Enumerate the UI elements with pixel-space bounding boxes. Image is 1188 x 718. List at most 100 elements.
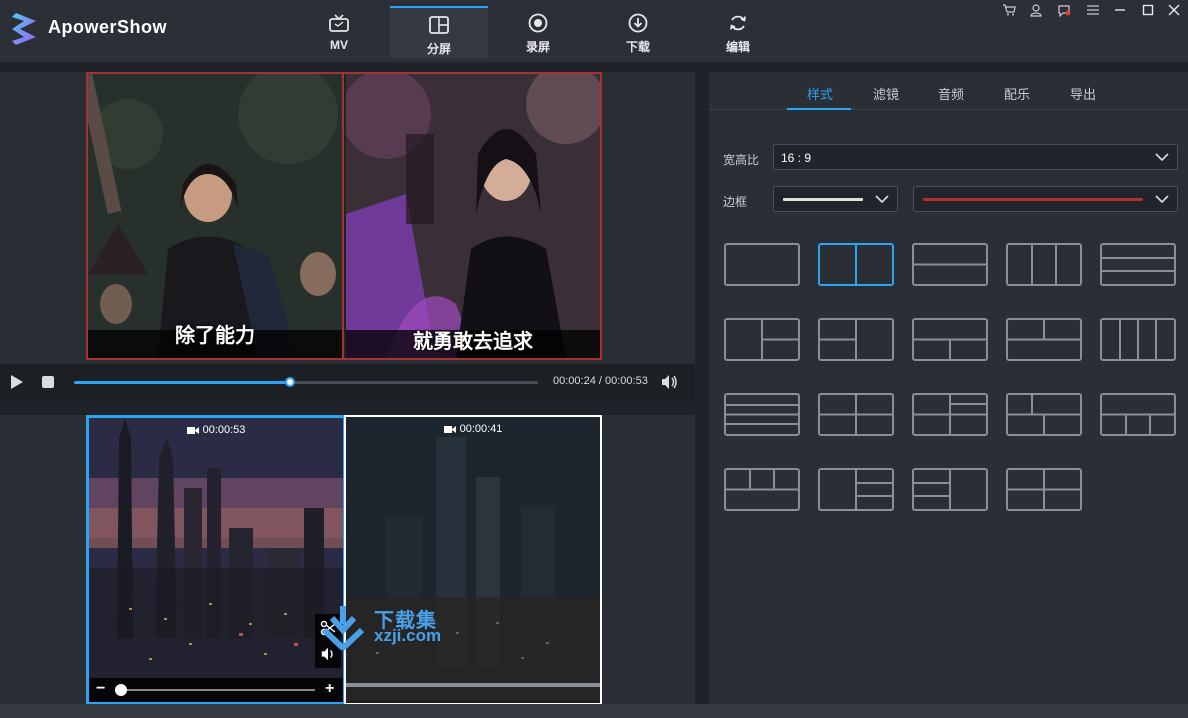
layout-preview-icon — [1008, 320, 1080, 341]
chevron-down-icon — [1155, 153, 1169, 162]
cart-icon[interactable] — [999, 2, 1019, 18]
layout-option-top-split-bottom[interactable] — [1006, 318, 1082, 361]
notification-icon[interactable] — [1054, 2, 1074, 18]
playback-progress-track[interactable] — [74, 377, 538, 387]
layout-option-left-right-three[interactable] — [818, 468, 894, 511]
aspect-ratio-select[interactable]: 16 : 9 — [773, 144, 1178, 170]
download-icon — [627, 12, 649, 34]
layout-preview-icon — [761, 320, 798, 359]
border-style-select[interactable] — [773, 186, 898, 212]
refresh-edit-icon — [727, 12, 749, 34]
app-name: ApowerShow — [48, 17, 168, 37]
border-label: 边框 — [723, 195, 748, 209]
zoom-in-icon[interactable]: + — [325, 680, 334, 698]
layout-preview-icon — [1008, 470, 1080, 509]
clip-left-duration-text: 00:00:53 — [202, 424, 246, 436]
clip-slider-track[interactable] — [117, 689, 315, 691]
layout-preview-icon — [726, 404, 798, 425]
clip-right-scene — [346, 417, 600, 701]
video-camera-icon — [443, 425, 456, 433]
close-icon[interactable] — [1164, 2, 1184, 18]
layout-option-four-columns[interactable] — [1100, 318, 1176, 361]
layout-option-left-three-right[interactable] — [912, 468, 988, 511]
tab-record-label: 录屏 — [525, 40, 550, 54]
settings-panel: 样式 滤镜 音频 配乐 导出 宽高比 16 : 9 边框 — [709, 72, 1188, 704]
preview-frame[interactable]: 除了能力 就勇敢去追求 — [86, 72, 602, 360]
preview-cell-left[interactable]: 除了能力 — [88, 74, 344, 358]
layout-option-top-split-bottom-two[interactable] — [1006, 393, 1082, 436]
user-icon[interactable] — [1026, 2, 1046, 18]
tab-record[interactable]: 录屏 — [489, 6, 587, 58]
chevron-down-icon — [875, 195, 889, 204]
tv-icon — [328, 12, 350, 34]
preview-cell-right[interactable]: 就勇敢去追求 — [346, 74, 600, 358]
layout-preview-icon — [1008, 395, 1080, 434]
clip-area: 00:00:53 − + 00:00:41 — [0, 415, 695, 711]
aspect-ratio-value: 16 : 9 — [781, 151, 812, 165]
tab-edit[interactable]: 编辑 — [689, 6, 787, 58]
layout-option-three-columns[interactable] — [1006, 243, 1082, 286]
record-icon — [527, 12, 549, 34]
clip-volume-slider: − + — [89, 678, 343, 702]
layout-option-left-right-split-right[interactable] — [724, 318, 800, 361]
layout-preview-icon — [914, 470, 951, 509]
watermark-logo-icon — [321, 606, 365, 650]
tab-style[interactable]: 样式 — [807, 84, 833, 103]
bottom-bar — [0, 704, 1188, 718]
watermark-subtitle: xzji.com — [374, 626, 442, 645]
subtitle-right: 就勇敢去追求 — [413, 331, 533, 353]
layout-option-left-split-right[interactable] — [818, 318, 894, 361]
layout-option-three-rows[interactable] — [1100, 243, 1176, 286]
playback-progress-fill — [74, 381, 290, 384]
clip-right-duration-text: 00:00:41 — [459, 423, 503, 435]
subtitle-left: 除了能力 — [175, 325, 255, 347]
border-color-sample — [923, 198, 1143, 201]
video-camera-icon — [186, 426, 199, 434]
tab-mv-label: MV — [330, 38, 348, 52]
playback-progress-knob[interactable] — [284, 377, 295, 387]
tab-music[interactable]: 配乐 — [1004, 84, 1030, 103]
border-color-select[interactable] — [913, 186, 1178, 212]
title-bar: ApowerShow MV 分屏 录屏 下载 编辑 — [0, 0, 1188, 62]
playback-time: 00:00:24 / 00:00:53 — [553, 375, 648, 387]
layout-option-four-rows[interactable] — [724, 393, 800, 436]
tab-audio[interactable]: 音频 — [938, 84, 964, 103]
tab-filter[interactable]: 滤镜 — [873, 84, 899, 103]
tab-split-screen[interactable]: 分屏 — [390, 6, 488, 58]
tab-export[interactable]: 导出 — [1070, 84, 1096, 103]
layout-option-two-rows[interactable] — [912, 243, 988, 286]
layout-preview-icon — [820, 395, 892, 434]
clip-left[interactable]: 00:00:53 − + — [86, 415, 346, 705]
clip-left-scene — [89, 418, 343, 702]
clip-slider-knob[interactable] — [115, 684, 127, 696]
tab-download[interactable]: 下载 — [589, 6, 687, 58]
maximize-icon[interactable] — [1138, 2, 1158, 18]
layout-preview-icon — [820, 320, 857, 359]
app-window: ApowerShow MV 分屏 录屏 下载 编辑 除了能力 就勇敢去追求 00… — [0, 0, 1188, 718]
layout-preview-icon — [1031, 245, 1057, 284]
play-icon[interactable] — [10, 374, 24, 390]
chevron-down-icon — [1155, 195, 1169, 204]
menu-icon[interactable] — [1083, 2, 1103, 18]
clip-right-duration: 00:00:41 — [346, 423, 600, 435]
layout-option-top-two-bottom-one[interactable] — [724, 468, 800, 511]
preview-right-scene — [346, 74, 600, 358]
border-line-sample — [783, 198, 863, 201]
layout-option-grid-2x2-offset[interactable] — [912, 393, 988, 436]
layout-option-grid-2x2[interactable] — [818, 393, 894, 436]
volume-icon[interactable] — [660, 373, 678, 391]
tab-edit-label: 编辑 — [725, 40, 750, 54]
zoom-out-icon[interactable]: − — [96, 680, 105, 698]
minimize-icon[interactable] — [1110, 2, 1130, 18]
layout-option-two-columns[interactable] — [818, 243, 894, 286]
layout-option-single[interactable] — [724, 243, 800, 286]
stop-button[interactable] — [42, 376, 54, 388]
active-tab-underline — [787, 108, 851, 110]
layout-option-top-bottom-three[interactable] — [1100, 393, 1176, 436]
clip-right[interactable]: 00:00:41 — [344, 415, 602, 705]
layout-option-top-bottom-split-bottom[interactable] — [912, 318, 988, 361]
panel-tabs: 样式 滤镜 音频 配乐 导出 — [709, 72, 1188, 110]
layout-preview-icon — [1119, 320, 1157, 359]
layout-option-left-split-right-two[interactable] — [1006, 468, 1082, 511]
tab-mv[interactable]: MV — [290, 6, 388, 58]
